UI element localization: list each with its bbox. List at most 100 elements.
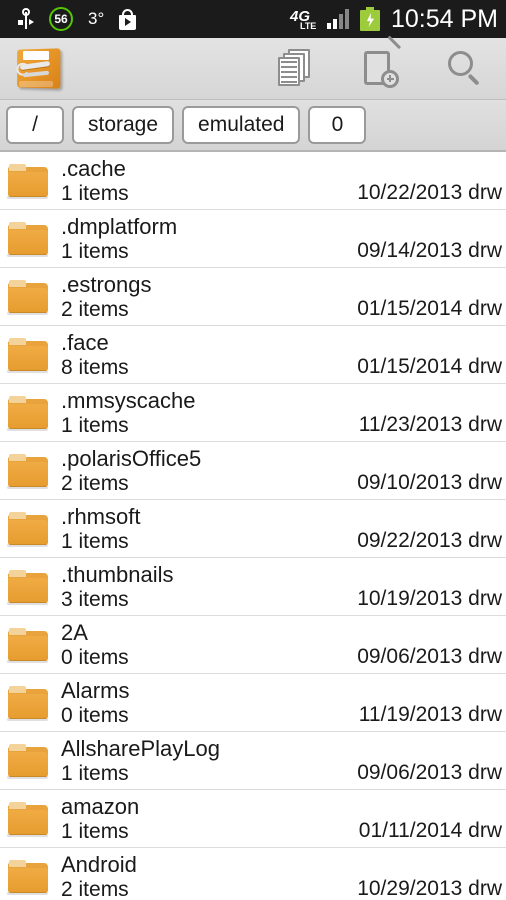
file-date: 09/06/2013 (357, 761, 463, 784)
file-date: 09/06/2013 (357, 645, 463, 668)
file-permissions: drw (468, 181, 502, 204)
new-file-icon[interactable] (361, 35, 401, 89)
file-permissions: drw (468, 529, 502, 552)
file-date-permissions: 11/23/2013 drw (359, 413, 502, 437)
file-date: 09/14/2013 (357, 239, 463, 262)
breadcrumb-item[interactable]: 0 (308, 106, 367, 144)
file-list-row[interactable]: Alarms 0 items 11/19/2013 drw (0, 674, 506, 732)
file-name: .polarisOffice5 (61, 445, 202, 471)
status-bar-clock: 10:54 PM (390, 4, 498, 33)
breadcrumb-item[interactable]: / (6, 106, 64, 144)
play-store-icon (119, 8, 137, 30)
file-date: 10/22/2013 (357, 181, 463, 204)
folder-icon (6, 802, 50, 838)
folder-icon (6, 396, 50, 432)
file-date: 01/11/2014 (358, 819, 463, 842)
file-permissions: drw (468, 413, 502, 436)
file-list-row[interactable]: .face 8 items 01/15/2014 drw (0, 326, 506, 384)
file-permissions: drw (468, 587, 502, 610)
temperature-label: 3° (88, 9, 105, 28)
file-permissions: drw (468, 645, 502, 668)
file-date-permissions: 09/14/2013 drw (357, 239, 502, 263)
file-list-row[interactable]: AllsharePlayLog 1 items 09/06/2013 drw (0, 732, 506, 790)
file-date-permissions: 10/22/2013 drw (357, 181, 502, 205)
file-name: .cache (61, 155, 126, 181)
file-date: 10/19/2013 (357, 587, 463, 610)
file-manager-toolbox-icon[interactable] (14, 47, 62, 90)
file-date: 11/19/2013 (358, 703, 463, 726)
file-permissions: drw (468, 355, 502, 378)
file-list-row[interactable]: .mmsyscache 1 items 11/23/2013 drw (0, 384, 506, 442)
file-list-row[interactable]: .estrongs 2 items 01/15/2014 drw (0, 268, 506, 326)
file-date: 10/29/2013 (357, 877, 463, 900)
folder-icon (6, 570, 50, 606)
breadcrumb-item[interactable]: storage (72, 106, 175, 144)
file-list-row[interactable]: Android 2 items 10/29/2013 drw (0, 848, 506, 900)
file-date: 01/15/2014 (357, 297, 463, 320)
file-name: .mmsyscache (61, 387, 196, 413)
breadcrumb-item[interactable]: emulated (182, 106, 301, 144)
file-permissions: drw (468, 819, 502, 842)
file-date: 09/22/2013 (357, 529, 463, 552)
file-name: .estrongs (61, 271, 152, 297)
file-date: 01/15/2014 (357, 355, 463, 378)
file-date-permissions: 11/19/2013 drw (359, 703, 502, 727)
file-list-row[interactable]: 2A 0 items 09/06/2013 drw (0, 616, 506, 674)
file-date-permissions: 01/15/2014 drw (357, 297, 502, 321)
folder-icon (6, 164, 50, 200)
file-list[interactable]: .cache 1 items 10/22/2013 drw .dmplatform 1 … (0, 152, 506, 900)
folder-icon (6, 338, 50, 374)
file-name: .face (61, 329, 109, 355)
status-bar-right: 4G LTE 10:54 PM (290, 5, 498, 34)
file-date-permissions: 09/06/2013 drw (357, 645, 502, 669)
file-name: .thumbnails (61, 561, 174, 587)
file-name: Alarms (61, 677, 130, 703)
file-name: amazon (61, 793, 140, 819)
network-4glte-icon: 4G LTE (290, 7, 320, 31)
folder-icon (6, 454, 50, 490)
file-permissions: drw (468, 297, 502, 320)
signal-bars-icon (326, 9, 353, 29)
copy-icon[interactable] (276, 48, 314, 89)
folder-icon (6, 744, 50, 780)
file-list-row[interactable]: .polarisOffice5 2 items 09/10/2013 drw (0, 442, 506, 500)
battery-percent-badge: 56 (49, 7, 73, 31)
file-list-row[interactable]: amazon 1 items 01/11/2014 drw (0, 790, 506, 848)
file-list-row[interactable]: .thumbnails 3 items 10/19/2013 drw (0, 558, 506, 616)
folder-icon (6, 512, 50, 548)
phone-screen: 56 3° 4G LTE 10:54 PM / storage emulated… (0, 0, 506, 900)
folder-icon (6, 222, 50, 258)
file-permissions: drw (468, 877, 502, 900)
file-date: 11/23/2013 (358, 413, 463, 436)
file-list-row[interactable]: .cache 1 items 10/22/2013 drw (0, 152, 506, 210)
file-list-row[interactable]: .dmplatform 1 items 09/14/2013 drw (0, 210, 506, 268)
folder-icon (6, 686, 50, 722)
file-list-row[interactable]: .rhmsoft 1 items 09/22/2013 drw (0, 500, 506, 558)
file-date-permissions: 09/10/2013 drw (357, 471, 502, 495)
file-name: Android (61, 851, 137, 877)
status-bar: 56 3° 4G LTE 10:54 PM (0, 0, 506, 38)
file-permissions: drw (468, 761, 502, 784)
file-name: .dmplatform (61, 213, 178, 239)
breadcrumb: / storage emulated 0 (0, 100, 506, 152)
usb-icon (18, 8, 34, 30)
status-bar-left: 56 3° (18, 7, 137, 31)
file-name: .rhmsoft (61, 503, 141, 529)
file-permissions: drw (468, 703, 502, 726)
file-date-permissions: 09/22/2013 drw (357, 529, 502, 553)
app-bar (0, 35, 506, 100)
app-bar-actions (276, 35, 484, 89)
file-permissions: drw (468, 239, 502, 262)
battery-charging-icon (359, 7, 380, 31)
file-date-permissions: 01/11/2014 drw (359, 819, 502, 843)
folder-icon (6, 628, 50, 664)
file-date-permissions: 10/29/2013 drw (357, 877, 502, 900)
file-date: 09/10/2013 (357, 471, 463, 494)
file-date-permissions: 01/15/2014 drw (357, 355, 502, 379)
file-date-permissions: 10/19/2013 drw (357, 587, 502, 611)
folder-icon (6, 860, 50, 896)
file-permissions: drw (468, 471, 502, 494)
network-type-sub: LTE (299, 21, 317, 31)
file-name: 2A (61, 619, 88, 645)
search-icon[interactable] (446, 49, 484, 89)
